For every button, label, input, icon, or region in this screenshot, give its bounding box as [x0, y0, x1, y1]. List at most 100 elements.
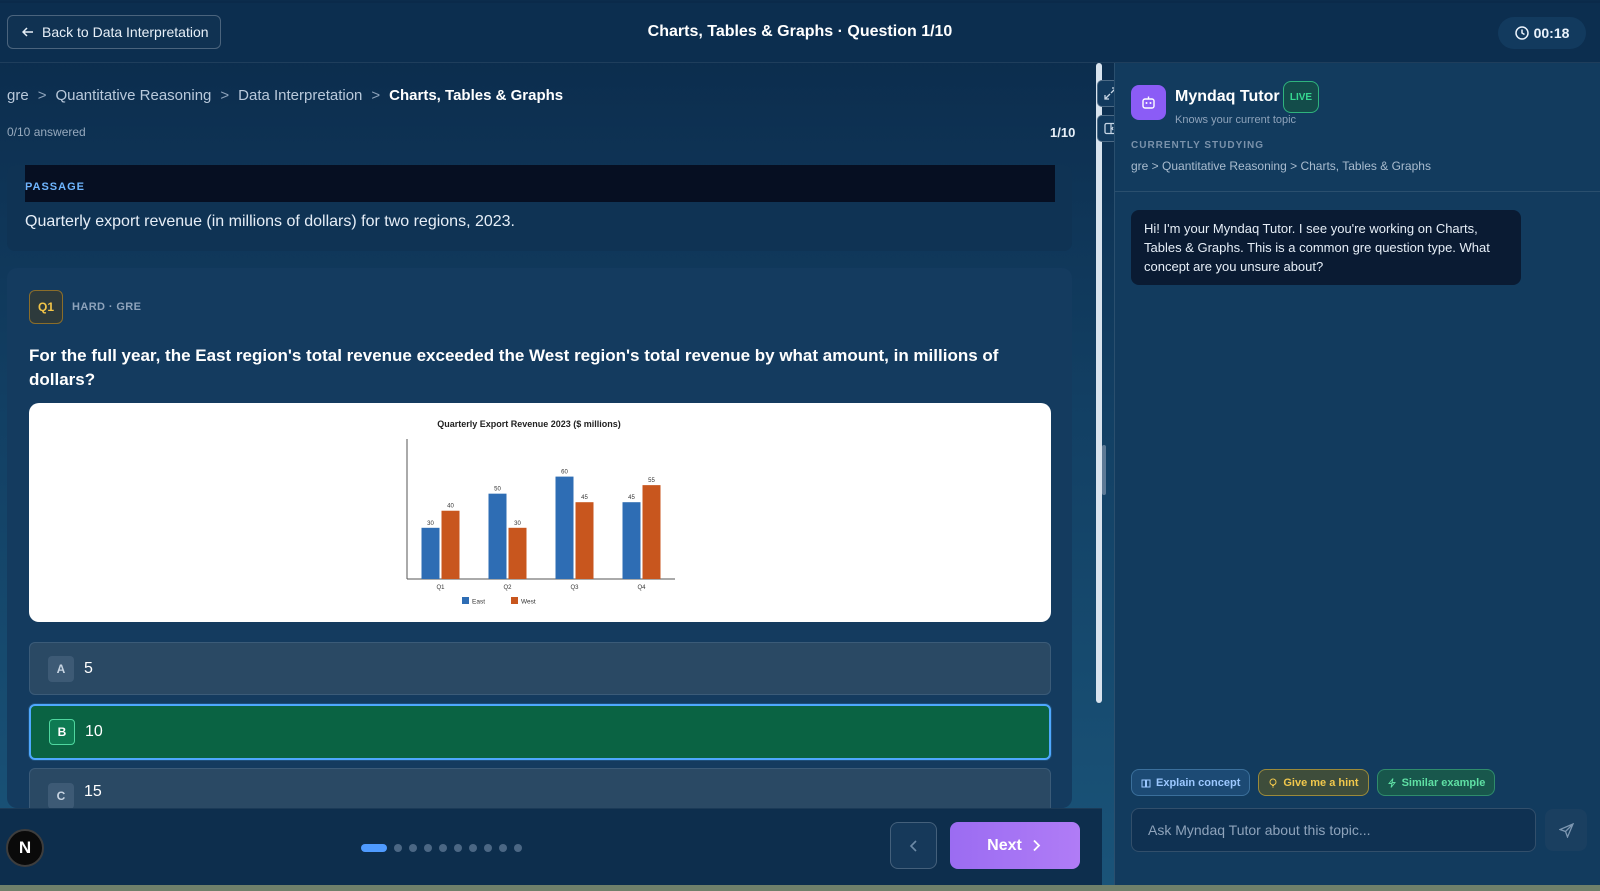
chevron-left-icon [909, 839, 917, 852]
progress-dot[interactable] [439, 844, 447, 852]
question-badge: Q1 [29, 290, 63, 324]
passage-text: Quarterly export revenue (in millions of… [25, 213, 515, 230]
breadcrumb-item[interactable]: Quantitative Reasoning [55, 87, 211, 104]
chart-bar-east [555, 476, 574, 579]
progress-dot[interactable] [484, 844, 492, 852]
breadcrumb-item[interactable]: gre [7, 87, 29, 104]
bar-data-label: 50 [494, 487, 501, 493]
chart-title: Quarterly Export Revenue 2023 ($ million… [437, 419, 621, 429]
legend-label: West [521, 599, 536, 606]
previous-button[interactable] [890, 822, 937, 869]
next-button[interactable]: Next [950, 822, 1080, 869]
bar-data-label: 45 [628, 495, 635, 501]
progress-dot[interactable] [469, 844, 477, 852]
chevron-right-icon [1033, 839, 1041, 852]
next-button-label: Next [987, 836, 1022, 854]
send-icon [1558, 822, 1574, 838]
question-text: For the full year, the East region's tot… [29, 346, 999, 389]
option-letter: A [48, 655, 74, 682]
studying-path: gre > Quantitative Reasoning > Charts, T… [1131, 159, 1431, 173]
timer: 00:18 [1498, 17, 1586, 49]
x-tick-label: Q4 [637, 585, 646, 591]
explain-concept-chip[interactable]: Explain concept [1131, 769, 1251, 796]
bar-data-label: 45 [581, 495, 588, 501]
chart-bar-west [575, 502, 594, 579]
breadcrumb-separator: > [371, 87, 381, 104]
option-letter: B [49, 719, 75, 745]
breadcrumb: gre > Quantitative Reasoning > Data Inte… [7, 87, 563, 104]
question-panel: gre > Quantitative Reasoning > Data Inte… [0, 63, 1100, 808]
chart-bar-west [508, 527, 527, 579]
answered-count: 0/10 answered [7, 125, 86, 139]
answer-option-c[interactable]: C 15 [29, 768, 1051, 808]
back-button[interactable]: Back to Data Interpretation [7, 15, 221, 49]
question-progress-dots [361, 844, 522, 852]
bar-chart: Quarterly Export Revenue 2023 ($ million… [406, 419, 675, 606]
back-button-label: Back to Data Interpretation [42, 24, 209, 40]
legend-swatch-east [462, 597, 469, 604]
breadcrumb-item[interactable]: Data Interpretation [238, 87, 362, 104]
answer-option-a[interactable]: A 5 [29, 642, 1051, 695]
option-value: 10 [85, 723, 103, 740]
passage-label: PASSAGE [25, 165, 1055, 202]
tutor-panel: Myndaq Tutor LIVE Knows your current top… [1114, 63, 1600, 885]
chip-label: Similar example [1401, 776, 1486, 789]
progress-dot[interactable] [454, 844, 462, 852]
live-badge: LIVE [1283, 81, 1319, 113]
scrollbar[interactable] [1096, 63, 1102, 703]
progress-dot[interactable] [361, 844, 387, 852]
app-logo[interactable]: N [6, 829, 44, 867]
quick-actions: Explain concept Give me a hint Similar e… [1131, 769, 1496, 796]
progress-dot[interactable] [514, 844, 522, 852]
top-bar: Back to Data Interpretation Charts, Tabl… [0, 3, 1600, 63]
legend-label: East [472, 599, 485, 606]
breadcrumb-current: Charts, Tables & Graphs [389, 87, 564, 104]
x-tick-label: Q3 [570, 585, 579, 591]
chart-bar-west [441, 510, 460, 579]
timer-value: 00:18 [1533, 25, 1570, 41]
legend-swatch-west [511, 597, 518, 604]
bot-avatar [1131, 85, 1166, 120]
chat-input[interactable] [1131, 808, 1536, 852]
tutor-message: Hi! I'm your Myndaq Tutor. I see you're … [1131, 210, 1521, 285]
progress-dot[interactable] [394, 844, 402, 852]
page-title: Charts, Tables & Graphs · Question 1/10 [647, 23, 953, 40]
send-button[interactable] [1545, 809, 1587, 851]
progress-dot[interactable] [409, 844, 417, 852]
x-tick-label: Q2 [503, 585, 512, 591]
option-value: 5 [84, 659, 93, 677]
chart-bar-west [642, 485, 661, 579]
option-value: 15 [84, 783, 102, 800]
bar-data-label: 55 [648, 478, 655, 484]
passage-card: PASSAGE Quarterly export revenue (in mil… [7, 165, 1072, 251]
bar-data-label: 60 [561, 470, 568, 476]
hint-chip[interactable]: Give me a hint [1258, 769, 1369, 796]
question-counter: 1/10 [1050, 125, 1076, 140]
chart-container: Quarterly Export Revenue 2023 ($ million… [29, 403, 1051, 622]
bar-data-label: 40 [447, 504, 454, 510]
option-letter: C [48, 783, 74, 808]
tutor-subtitle: Knows your current topic [1175, 114, 1297, 126]
lightning-icon [1387, 777, 1396, 788]
bar-data-label: 30 [427, 521, 434, 527]
chip-label: Explain concept [1156, 776, 1241, 789]
studying-label: CURRENTLY STUDYING [1131, 140, 1265, 151]
question-difficulty: HARD · GRE [72, 301, 142, 313]
x-tick-label: Q1 [436, 585, 445, 591]
question-card: Q1 HARD · GRE For the full year, the Eas… [7, 268, 1072, 808]
chart-bar-east [421, 527, 440, 579]
footer-nav: N Next [0, 808, 1102, 885]
progress-dot[interactable] [424, 844, 432, 852]
similar-example-chip[interactable]: Similar example [1376, 769, 1496, 796]
panel-resize-handle[interactable] [1102, 445, 1106, 495]
progress-dot[interactable] [499, 844, 507, 852]
page-edge [0, 885, 1600, 891]
chip-label: Give me a hint [1283, 776, 1359, 789]
tutor-header: Myndaq Tutor LIVE Knows your current top… [1131, 81, 1591, 191]
arrow-left-icon [22, 27, 33, 37]
clock-icon [1514, 26, 1529, 40]
answer-option-b[interactable]: B 10 [29, 704, 1051, 760]
breadcrumb-separator: > [37, 87, 47, 104]
breadcrumb-separator: > [220, 87, 230, 104]
book-icon [1141, 779, 1151, 787]
